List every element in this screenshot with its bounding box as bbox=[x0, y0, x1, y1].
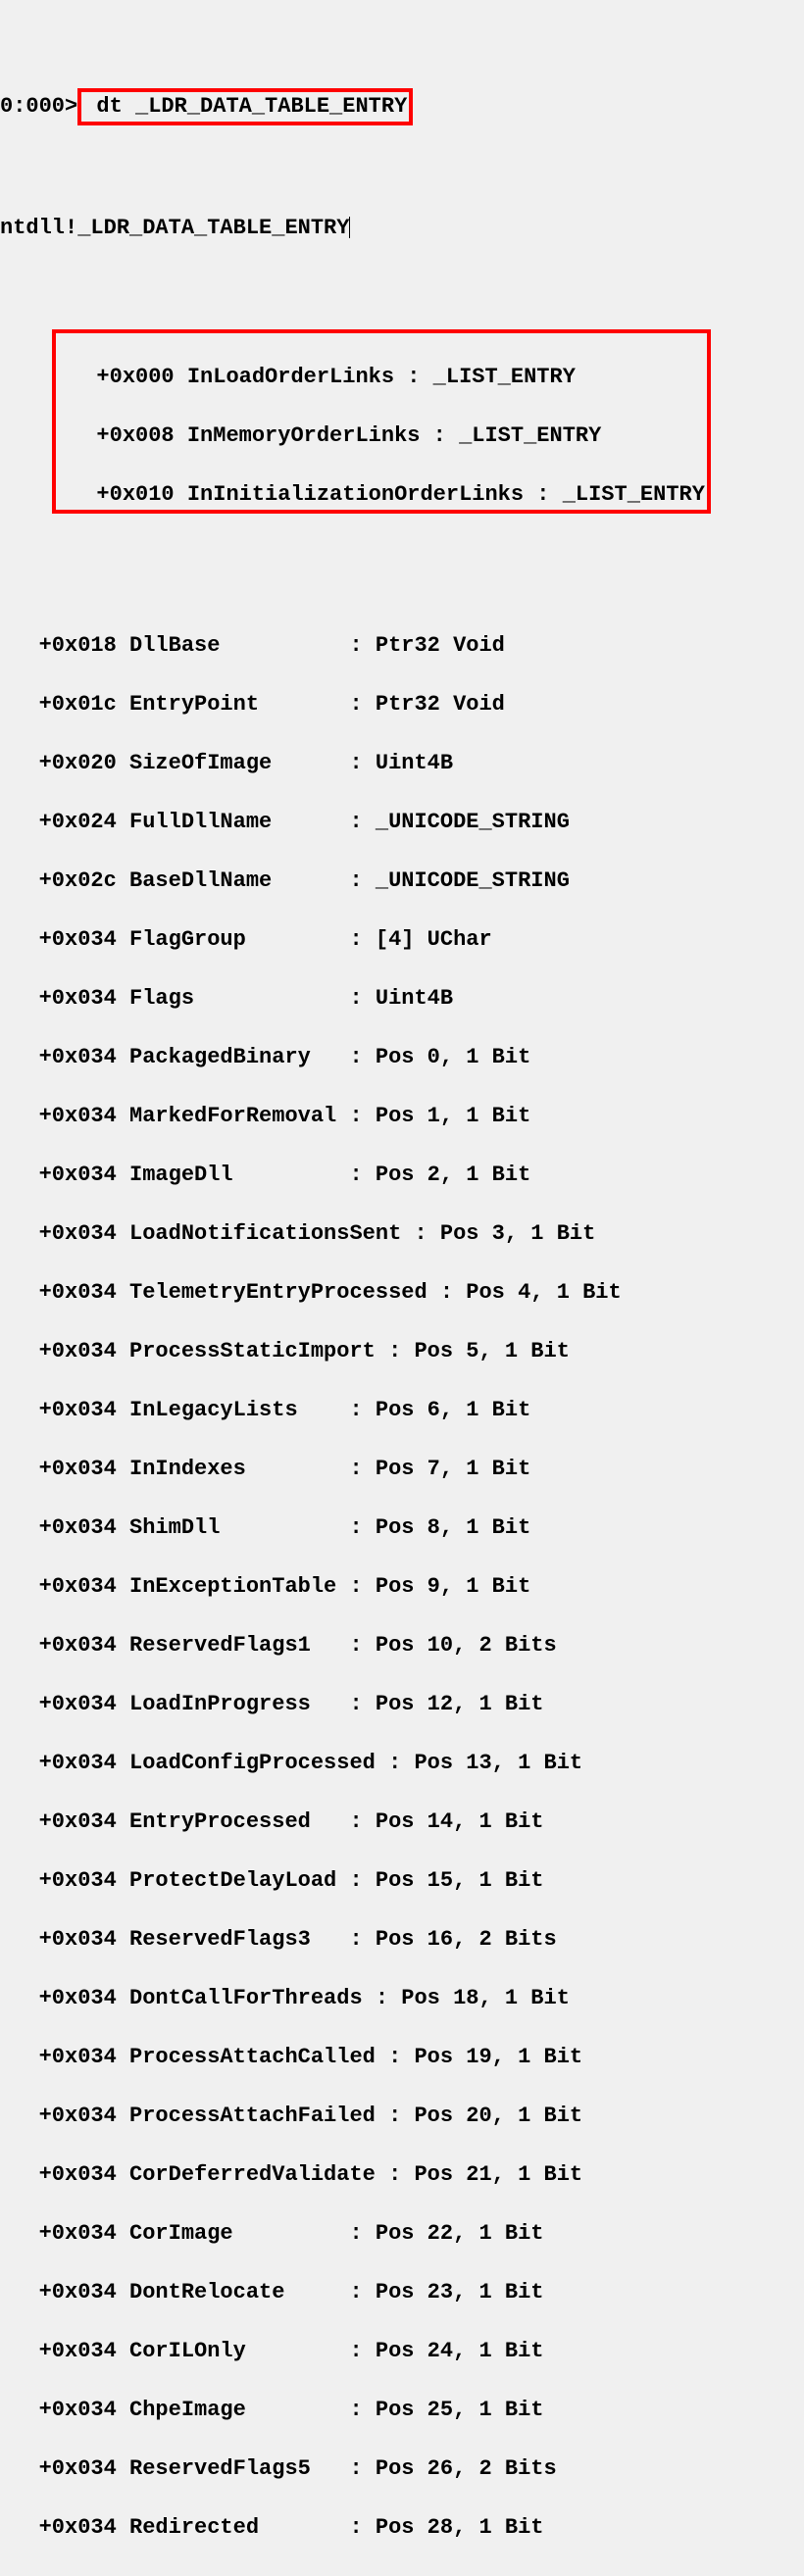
text-cursor bbox=[349, 217, 350, 238]
field-row: +0x020 SizeOfImage : Uint4B bbox=[0, 749, 804, 778]
field-row: +0x018 DllBase : Ptr32 Void bbox=[0, 631, 804, 661]
field-row: +0x034 CorDeferredValidate : Pos 21, 1 B… bbox=[0, 2160, 804, 2190]
field-row: +0x034 DontCallForThreads : Pos 18, 1 Bi… bbox=[0, 1984, 804, 2013]
field-row: +0x034 InLegacyLists : Pos 6, 1 Bit bbox=[0, 1396, 804, 1425]
field-row: +0x034 ReservedFlags3 : Pos 16, 2 Bits bbox=[0, 1925, 804, 1955]
field-row: +0x034 InExceptionTable : Pos 9, 1 Bit bbox=[0, 1572, 804, 1602]
field-row: +0x034 Redirected : Pos 28, 1 Bit bbox=[0, 2513, 804, 2543]
field-row: +0x034 MarkedForRemoval : Pos 1, 1 Bit bbox=[0, 1102, 804, 1131]
field-row: +0x034 ReservedFlags1 : Pos 10, 2 Bits bbox=[0, 1631, 804, 1660]
field-row: +0x034 LoadNotificationsSent : Pos 3, 1 … bbox=[0, 1219, 804, 1249]
prompt-line: 0:000> dt _LDR_DATA_TABLE_ENTRY bbox=[0, 88, 804, 125]
field-row: +0x034 LoadInProgress : Pos 12, 1 Bit bbox=[0, 1690, 804, 1719]
field-row: +0x034 ReservedFlags5 : Pos 26, 2 Bits bbox=[0, 2454, 804, 2484]
field-row: +0x000 InLoadOrderLinks : _LIST_ENTRY bbox=[58, 363, 705, 392]
field-row: +0x034 FlagGroup : [4] UChar bbox=[0, 925, 804, 955]
field-row: +0x034 EntryProcessed : Pos 14, 1 Bit bbox=[0, 1808, 804, 1837]
field-row: +0x034 ChpeImage : Pos 25, 1 Bit bbox=[0, 2396, 804, 2425]
field-row: +0x01c EntryPoint : Ptr32 Void bbox=[0, 690, 804, 719]
struct-name: ntdll!_LDR_DATA_TABLE_ENTRY bbox=[0, 216, 349, 240]
field-row: +0x008 InMemoryOrderLinks : _LIST_ENTRY bbox=[58, 421, 705, 451]
field-row: +0x034 PackagedBinary : Pos 0, 1 Bit bbox=[0, 1043, 804, 1072]
field-row: +0x034 ProcessAttachCalled : Pos 19, 1 B… bbox=[0, 2043, 804, 2072]
command-highlight: dt _LDR_DATA_TABLE_ENTRY bbox=[77, 88, 413, 125]
fields-container: +0x018 DllBase : Ptr32 Void +0x01c Entry… bbox=[0, 602, 804, 2576]
field-row: +0x034 DontRelocate : Pos 23, 1 Bit bbox=[0, 2278, 804, 2307]
field-row: +0x034 CorImage : Pos 22, 1 Bit bbox=[0, 2219, 804, 2249]
field-row: +0x024 FullDllName : _UNICODE_STRING bbox=[0, 808, 804, 837]
field-row: +0x034 Flags : Uint4B bbox=[0, 984, 804, 1014]
field-row: +0x034 ProcessAttachFailed : Pos 20, 1 B… bbox=[0, 2102, 804, 2131]
highlighted-fields-box: +0x000 InLoadOrderLinks : _LIST_ENTRY +0… bbox=[52, 329, 711, 514]
field-row: +0x034 LoadConfigProcessed : Pos 13, 1 B… bbox=[0, 1749, 804, 1778]
highlighted-fields-container: +0x000 InLoadOrderLinks : _LIST_ENTRY +0… bbox=[0, 331, 804, 514]
command-text: dt _LDR_DATA_TABLE_ENTRY bbox=[83, 94, 407, 119]
field-row: +0x034 CorILOnly : Pos 24, 1 Bit bbox=[0, 2337, 804, 2366]
field-row: +0x034 ShimDll : Pos 8, 1 Bit bbox=[0, 1513, 804, 1543]
field-row: +0x034 ImageDll : Pos 2, 1 Bit bbox=[0, 1161, 804, 1190]
field-row: +0x034 TelemetryEntryProcessed : Pos 4, … bbox=[0, 1278, 804, 1308]
debugger-output[interactable]: 0:000> dt _LDR_DATA_TABLE_ENTRY ntdll!_L… bbox=[0, 0, 804, 2576]
field-row: +0x034 ProtectDelayLoad : Pos 15, 1 Bit bbox=[0, 1866, 804, 1896]
struct-name-line: ntdll!_LDR_DATA_TABLE_ENTRY bbox=[0, 214, 804, 243]
field-row: +0x02c BaseDllName : _UNICODE_STRING bbox=[0, 867, 804, 896]
field-row: +0x034 ReservedFlags6 : Pos 29, 2 Bits bbox=[0, 2572, 804, 2576]
prompt-prefix: 0:000> bbox=[0, 94, 77, 119]
field-row: +0x034 ProcessStaticImport : Pos 5, 1 Bi… bbox=[0, 1337, 804, 1366]
field-row: +0x034 InIndexes : Pos 7, 1 Bit bbox=[0, 1455, 804, 1484]
field-row: +0x010 InInitializationOrderLinks : _LIS… bbox=[58, 480, 705, 510]
